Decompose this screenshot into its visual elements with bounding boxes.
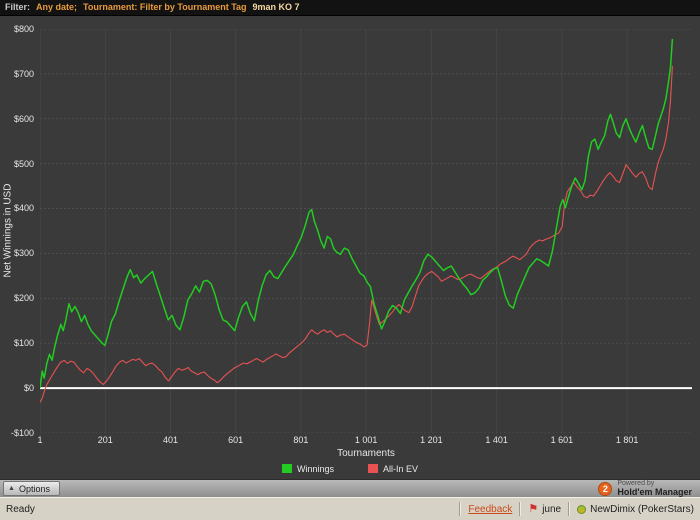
status-ready-text: Ready (6, 503, 35, 515)
status-divider (568, 502, 571, 517)
flag-icon: ⚑ (528, 502, 539, 515)
y-tick-label: $500 (13, 158, 34, 169)
x-tick-label: 201 (97, 434, 113, 445)
filter-date-value: Any date; (36, 2, 78, 13)
account-icon (577, 504, 587, 514)
x-tick-label: 1 (37, 434, 43, 445)
plot-svg (40, 28, 692, 433)
winnings-graph: Net Winnings in USD $800 $700 $600 $500 $400… (0, 15, 700, 480)
expand-arrow-icon: ▲ (8, 485, 15, 493)
options-button-label: Options (18, 483, 50, 494)
legend-winnings-label: Winnings (296, 463, 334, 474)
x-tick-label: 1 801 (615, 434, 639, 445)
y-tick-label: $100 (13, 338, 34, 349)
plot-area (40, 28, 692, 433)
chart-legend: Winnings All-In EV (0, 464, 700, 474)
status-divider (519, 502, 522, 517)
status-divider (459, 502, 462, 517)
options-bar: ▲ Options 2 Powered by Hold'em Manager (0, 479, 700, 498)
x-tick-label: 401 (162, 434, 178, 445)
y-tick-label: $600 (13, 113, 34, 124)
app-window: Filter: Any date; Tournament: Filter by … (0, 0, 700, 520)
feedback-link[interactable]: Feedback (468, 504, 512, 515)
status-bar: Ready Feedback ⚑ june NewDimix (PokerSta… (0, 497, 700, 520)
filter-tournament-value: Tournament: Filter by Tournament Tag (83, 2, 247, 13)
account-name: NewDimix (PokerStars) (590, 503, 694, 515)
filter-tag-value: 9man KO 7 (252, 2, 300, 13)
legend-item-allin-ev: All-In EV (368, 464, 418, 474)
powered-by-block: 2 Powered by Hold'em Manager (598, 480, 697, 498)
x-tick-label: 801 (293, 434, 309, 445)
options-button[interactable]: ▲ Options (3, 481, 60, 497)
x-tick-label: 601 (228, 434, 244, 445)
y-tick-label: $700 (13, 68, 34, 79)
legend-allin-ev-label: All-In EV (383, 463, 419, 474)
y-tick-label: $800 (13, 23, 34, 34)
account-segment: NewDimix (PokerStars) (577, 504, 694, 515)
legend-item-winnings: Winnings (281, 463, 334, 474)
y-tick-label: $300 (13, 248, 34, 259)
user-name: june (542, 503, 562, 515)
x-axis-title: Tournaments (337, 447, 395, 459)
x-tick-label: 1 201 (420, 434, 443, 445)
x-tick-label: 1 601 (550, 434, 574, 445)
x-tick-label: 1 001 (354, 434, 378, 445)
filter-label: Filter: (5, 2, 31, 13)
x-axis-tick-labels: 1 201 401 601 801 1 001 1 201 1 401 1 601 1 801 (37, 434, 692, 446)
holdem-manager-logo-icon: 2 (598, 481, 613, 496)
y-tick-label: $200 (13, 293, 34, 304)
y-tick-label: $0 (23, 383, 34, 394)
user-segment: ⚑ june (528, 502, 562, 515)
x-tick-label: 1 401 (485, 434, 508, 445)
brand-name: Hold'em Manager (617, 486, 692, 497)
y-tick-label: $400 (13, 203, 34, 214)
winnings-swatch-icon (281, 464, 292, 474)
allin-ev-swatch-icon (368, 464, 378, 474)
filter-bar: Filter: Any date; Tournament: Filter by … (0, 0, 700, 16)
y-axis-tick-labels: $800 $700 $600 $500 $400 $300 $200 $100 $0 -$100 (0, 24, 37, 438)
